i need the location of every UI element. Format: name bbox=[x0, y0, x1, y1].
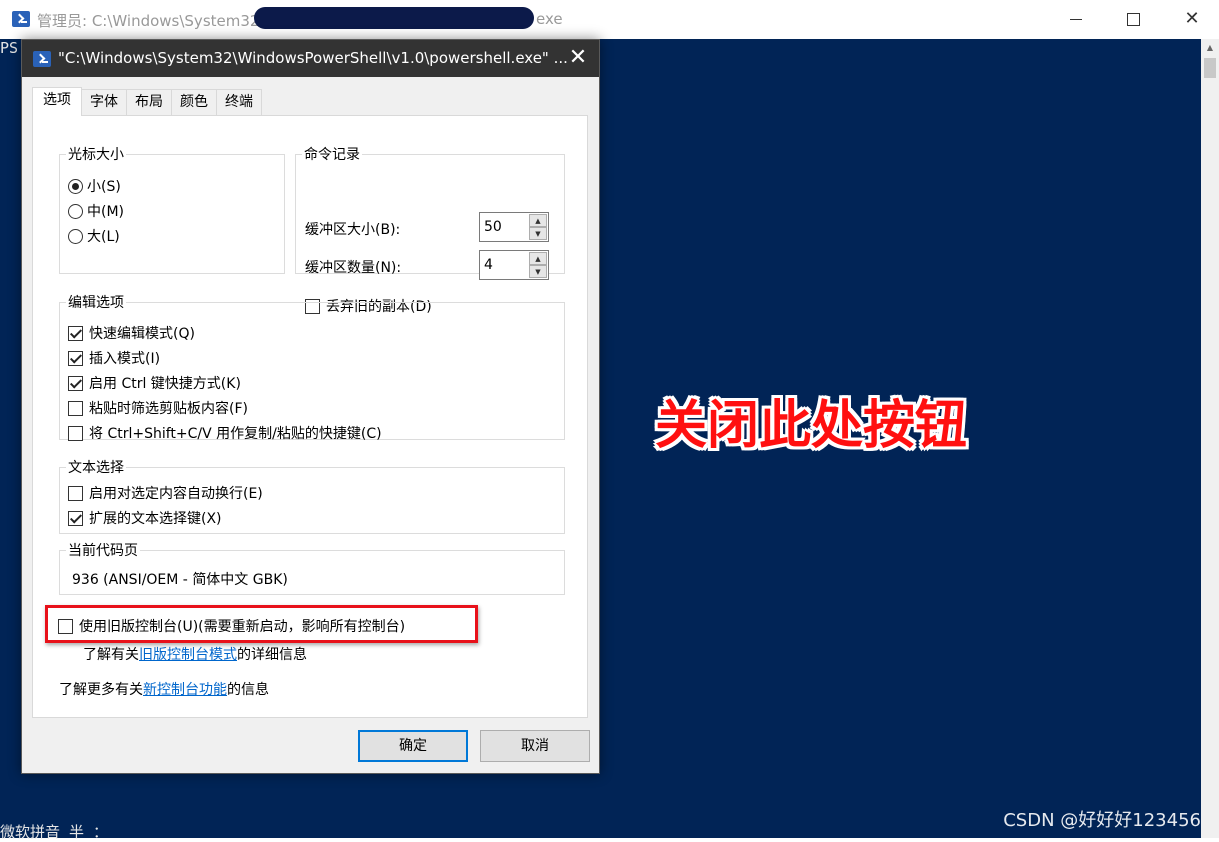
quick-edit-checkbox[interactable]: 快速编辑模式(Q) bbox=[68, 323, 195, 343]
dialog-titlebar[interactable]: "C:\Windows\System32\WindowsPowerShell\v… bbox=[22, 40, 599, 77]
spin-up-arrow-icon[interactable]: ▲ bbox=[529, 214, 547, 227]
text-selection-legend: 文本选择 bbox=[68, 460, 124, 476]
ok-button[interactable]: 确定 bbox=[358, 730, 468, 762]
tab-layout[interactable]: 布局 bbox=[126, 89, 172, 115]
codepage-value: 936 (ANSI/OEM - 简体中文 GBK) bbox=[72, 572, 288, 588]
tab-terminal[interactable]: 终端 bbox=[216, 89, 262, 115]
cursor-large-radio[interactable]: 大(L) bbox=[68, 226, 120, 246]
spin-down-arrow-icon[interactable]: ▼ bbox=[529, 227, 547, 240]
annotation-callout: 关闭此处按钮 bbox=[655, 396, 968, 456]
cursor-size-legend: 光标大小 bbox=[68, 147, 124, 163]
powershell-icon bbox=[12, 11, 30, 27]
ime-status-line: 微软拼音 半 ： bbox=[0, 823, 109, 841]
csdn-watermark: CSDN @好好好123456 bbox=[1003, 810, 1201, 831]
new-console-features-link[interactable]: 新控制台功能 bbox=[143, 679, 227, 699]
minimize-button[interactable] bbox=[1064, 8, 1088, 30]
radio-label: 小(S) bbox=[87, 179, 121, 195]
console-scrollbar[interactable]: ▲ bbox=[1201, 39, 1219, 838]
outer-close-button[interactable]: ✕ bbox=[1180, 8, 1204, 30]
buffer-count-spinner[interactable]: ▲ ▼ bbox=[479, 250, 549, 280]
cursor-small-radio[interactable]: 小(S) bbox=[68, 176, 121, 196]
buffer-count-label: 缓冲区数量(N): bbox=[305, 260, 402, 276]
legacy-learn-more: 了解有关 旧版控制台模式 的详细信息 bbox=[83, 644, 307, 664]
maximize-button[interactable] bbox=[1121, 8, 1145, 30]
auto-wrap-selection-checkbox[interactable]: 启用对选定内容自动换行(E) bbox=[68, 483, 263, 503]
outer-window-title: 管理员: C:\Windows\System32 bbox=[37, 12, 260, 30]
ctrl-shortcuts-checkbox[interactable]: 启用 Ctrl 键快捷方式(K) bbox=[68, 373, 241, 393]
radio-unselected-icon[interactable] bbox=[68, 228, 83, 244]
command-history-legend: 命令记录 bbox=[304, 147, 360, 163]
checkbox-checked-icon[interactable] bbox=[68, 510, 83, 526]
tab-colors[interactable]: 颜色 bbox=[171, 89, 217, 115]
checkbox-unchecked-icon[interactable] bbox=[68, 485, 83, 501]
buffer-size-label: 缓冲区大小(B): bbox=[305, 222, 401, 238]
powershell-icon bbox=[33, 51, 51, 67]
checkbox-checked-icon[interactable] bbox=[68, 350, 83, 366]
legacy-console-mode-link[interactable]: 旧版控制台模式 bbox=[139, 644, 237, 664]
checkbox-unchecked-icon[interactable] bbox=[68, 400, 83, 416]
filter-clipboard-checkbox[interactable]: 粘贴时筛选剪贴板内容(F) bbox=[68, 398, 248, 418]
dialog-title: "C:\Windows\System32\WindowsPowerShell\v… bbox=[58, 49, 568, 67]
dialog-close-button[interactable]: ✕ bbox=[566, 46, 590, 70]
radio-selected-icon[interactable] bbox=[68, 178, 83, 194]
codepage-legend: 当前代码页 bbox=[68, 543, 138, 559]
spin-up-arrow-icon[interactable]: ▲ bbox=[529, 252, 547, 265]
scroll-up-arrow-icon[interactable]: ▲ bbox=[1201, 39, 1219, 56]
edit-options-legend: 编辑选项 bbox=[68, 295, 124, 311]
checkbox-unchecked-icon[interactable] bbox=[68, 425, 83, 441]
ctrl-shift-cv-checkbox[interactable]: 将 Ctrl+Shift+C/V 用作复制/粘贴的快捷键(C) bbox=[68, 423, 382, 443]
tab-font[interactable]: 字体 bbox=[81, 89, 127, 115]
tab-options[interactable]: 选项 bbox=[32, 87, 82, 116]
annotation-highlight-box bbox=[45, 605, 478, 643]
properties-dialog: "C:\Windows\System32\WindowsPowerShell\v… bbox=[21, 39, 600, 774]
radio-label: 中(M) bbox=[87, 204, 125, 220]
buffer-size-spinner[interactable]: ▲ ▼ bbox=[479, 212, 549, 242]
redaction-blot bbox=[254, 7, 534, 29]
tab-strip: 选项 字体 布局 颜色 终端 bbox=[32, 87, 262, 116]
radio-unselected-icon[interactable] bbox=[68, 203, 83, 219]
extended-selection-keys-checkbox[interactable]: 扩展的文本选择键(X) bbox=[68, 508, 222, 528]
scroll-thumb[interactable] bbox=[1204, 58, 1216, 78]
insert-mode-checkbox[interactable]: 插入模式(I) bbox=[68, 348, 160, 368]
checkbox-checked-icon[interactable] bbox=[68, 375, 83, 391]
buffer-count-input[interactable] bbox=[480, 251, 528, 279]
buffer-size-input[interactable] bbox=[480, 213, 528, 241]
spin-down-arrow-icon[interactable]: ▼ bbox=[529, 265, 547, 278]
cursor-medium-radio[interactable]: 中(M) bbox=[68, 201, 124, 221]
cancel-button[interactable]: 取消 bbox=[480, 730, 590, 762]
new-features-learn-more: 了解更多有关 新控制台功能 的信息 bbox=[59, 679, 269, 699]
outer-window-title-suffix: exe bbox=[536, 10, 563, 28]
radio-label: 大(L) bbox=[87, 229, 120, 245]
checkbox-checked-icon[interactable] bbox=[68, 325, 83, 341]
outer-titlebar: 管理员: C:\Windows\System32 exe ✕ bbox=[0, 0, 1219, 39]
console-prompt: PS bbox=[0, 39, 19, 57]
